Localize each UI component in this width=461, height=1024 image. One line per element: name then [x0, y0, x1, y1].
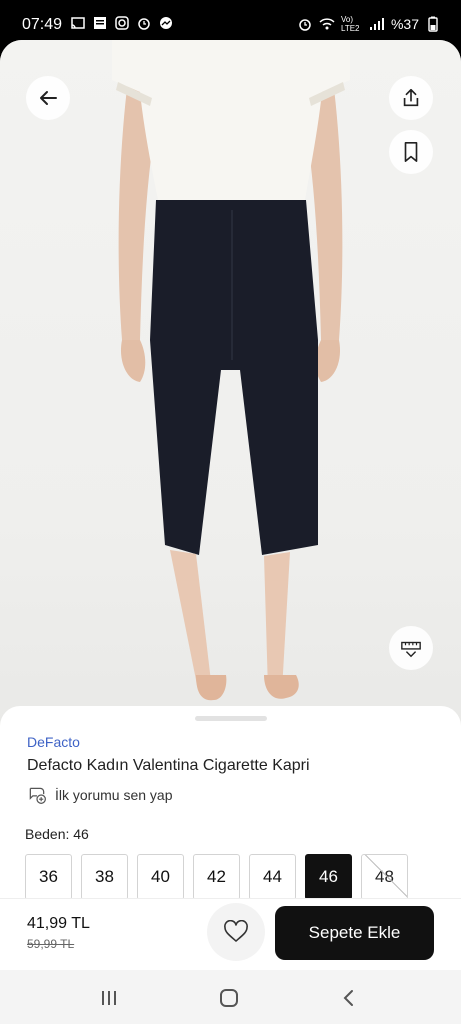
instagram-icon [115, 16, 129, 30]
bookmark-button[interactable] [389, 130, 433, 174]
review-prompt-label: İlk yorumu sen yap [55, 787, 173, 803]
sheet-grabber[interactable] [195, 716, 267, 721]
size-option[interactable]: 40 [137, 854, 184, 900]
unavailable-strike [364, 855, 407, 899]
arrow-left-icon [40, 91, 57, 105]
ruler-icon [401, 641, 421, 658]
share-icon [403, 88, 419, 107]
chevron-left-icon [343, 990, 353, 1006]
home-button[interactable] [215, 984, 243, 1012]
size-option-label: 38 [95, 867, 114, 886]
status-bar: 07:49 Vo) LTE2 %37 [0, 0, 461, 44]
review-prompt[interactable]: İlk yorumu sen yap [27, 785, 173, 805]
size-option[interactable]: 36 [25, 854, 72, 900]
cast-icon [71, 17, 85, 29]
favorite-button[interactable] [207, 903, 265, 961]
size-guide-button[interactable] [389, 626, 433, 670]
size-option-label: 48 [375, 867, 394, 886]
size-option-label: 40 [151, 867, 170, 886]
status-time: 07:49 [22, 16, 63, 33]
current-price: 41,99 TL [27, 915, 90, 932]
wifi-icon [319, 18, 335, 30]
alarm-icon [138, 18, 150, 30]
size-option-label: 42 [207, 867, 226, 886]
size-option-unavailable[interactable]: 48 [361, 854, 408, 900]
status-right-icons: Vo) LTE2 %37 [297, 15, 441, 33]
news-icon [94, 17, 106, 29]
purchase-bar: 41,99 TL 59,99 TL Sepete Ekle [0, 898, 461, 970]
product-screen: DeFacto Defacto Kadın Valentina Cigarett… [0, 40, 461, 970]
battery-icon [428, 16, 438, 32]
home-icon [220, 989, 238, 1007]
battery-text: %37 [390, 16, 419, 32]
alarm-icon [299, 19, 311, 31]
network-label: Vo) LTE2 [340, 15, 360, 33]
size-option-label: 46 [319, 867, 338, 886]
size-option-label: 36 [39, 867, 58, 886]
share-button[interactable] [389, 76, 433, 120]
heart-icon [224, 920, 248, 942]
messenger-icon [160, 17, 172, 29]
size-option-selected[interactable]: 46 [305, 854, 352, 900]
bookmark-icon [404, 142, 418, 162]
recent-apps-button[interactable] [95, 984, 123, 1012]
signal-icon [369, 18, 384, 30]
add-to-cart-button[interactable]: Sepete Ekle [275, 906, 434, 960]
recent-apps-icon [102, 991, 116, 1005]
brand-link[interactable]: DeFacto [27, 734, 80, 750]
system-nav-bar [0, 970, 461, 1024]
size-label: Beden: 46 [25, 826, 89, 842]
back-button[interactable] [26, 76, 70, 120]
size-option-label: 44 [263, 867, 282, 886]
status-left-icons [70, 15, 174, 31]
size-option[interactable]: 44 [249, 854, 296, 900]
back-nav-button[interactable] [335, 984, 363, 1012]
product-title: Defacto Kadın Valentina Cigarette Kapri [27, 757, 310, 774]
size-option[interactable]: 42 [193, 854, 240, 900]
old-price: 59,99 TL [27, 937, 75, 951]
size-option[interactable]: 38 [81, 854, 128, 900]
comment-add-icon [29, 787, 46, 804]
size-selector: 36 38 40 42 44 46 48 [25, 854, 408, 900]
